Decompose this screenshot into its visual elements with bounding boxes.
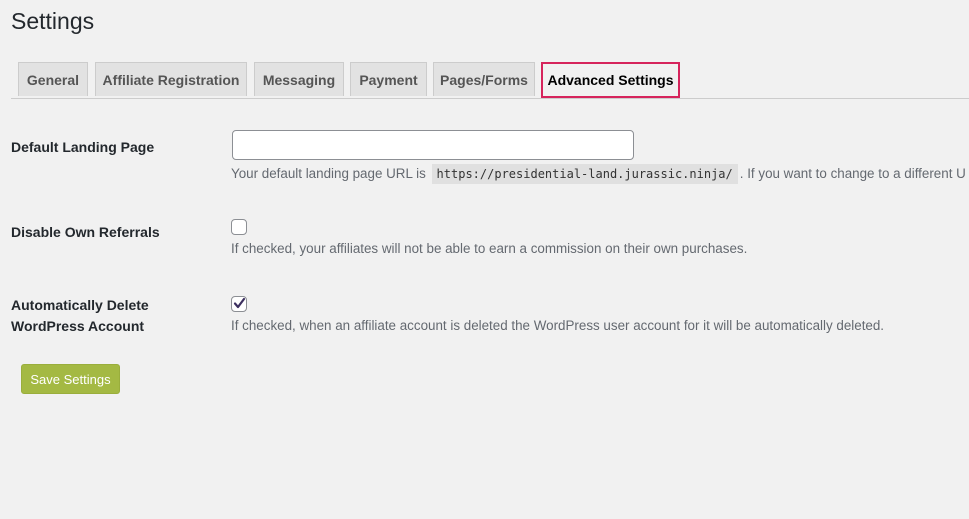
- checkmark-icon: [233, 297, 246, 309]
- landing-page-input[interactable]: [232, 130, 634, 160]
- tab-messaging[interactable]: Messaging: [254, 62, 344, 96]
- landing-page-desc-suffix: . If you want to change to a different U: [739, 166, 966, 181]
- auto-delete-label-line2: WordPress Account: [11, 318, 145, 334]
- save-settings-button[interactable]: Save Settings: [21, 364, 120, 394]
- tab-affiliate-registration[interactable]: Affiliate Registration: [95, 62, 247, 96]
- page-title: Settings: [11, 8, 95, 34]
- tab-payment[interactable]: Payment: [350, 62, 427, 96]
- auto-delete-description: If checked, when an affiliate account is…: [231, 318, 885, 333]
- landing-page-label: Default Landing Page: [11, 139, 155, 155]
- disable-own-referrals-checkbox[interactable]: [231, 219, 247, 235]
- auto-delete-label: Automatically Delete WordPress Account: [11, 295, 149, 337]
- tab-pages-forms[interactable]: Pages/Forms: [433, 62, 535, 96]
- tab-general[interactable]: General: [18, 62, 88, 96]
- tab-advanced-settings[interactable]: Advanced Settings: [541, 62, 680, 98]
- landing-page-url: https://presidential-land.jurassic.ninja…: [431, 164, 738, 184]
- landing-page-description: Your default landing page URL is https:/…: [231, 164, 966, 184]
- disable-own-referrals-description: If checked, your affiliates will not be …: [231, 241, 748, 256]
- auto-delete-label-line1: Automatically Delete: [11, 297, 149, 313]
- landing-page-desc-prefix: Your default landing page URL is: [231, 166, 426, 181]
- auto-delete-checkbox[interactable]: [231, 296, 247, 312]
- settings-tabs: General Affiliate Registration Messaging…: [11, 62, 969, 99]
- disable-own-referrals-label: Disable Own Referrals: [11, 224, 160, 240]
